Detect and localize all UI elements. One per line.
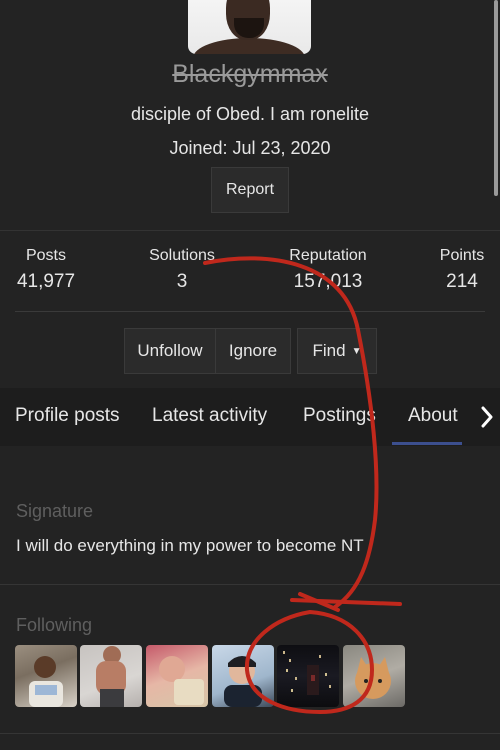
stat-reputation[interactable]: Reputation 157,013 (283, 247, 373, 293)
tab-latest-activity[interactable]: Latest activity (152, 405, 267, 427)
signature-text: I will do everything in my power to beco… (16, 536, 364, 555)
active-tab-indicator (392, 442, 462, 445)
profile-stats: Posts 41,977 Solutions 3 Reputation 157,… (0, 230, 500, 312)
stat-value: 41,977 (16, 271, 76, 292)
stat-label: Solutions (149, 247, 215, 264)
stat-value: 3 (176, 271, 188, 292)
profile-bio: disciple of Obed. I am ronelite (130, 104, 370, 124)
unfollow-button[interactable]: Unfollow (124, 328, 216, 374)
following-avatar[interactable] (277, 645, 339, 707)
profile-actions: Unfollow Ignore Find ▼ (0, 312, 500, 388)
tab-postings[interactable]: Postings (303, 405, 376, 427)
stat-value: 157,013 (293, 271, 363, 292)
signature-heading: Signature (16, 501, 94, 521)
following-avatar[interactable] (15, 645, 77, 707)
following-avatar[interactable] (80, 645, 142, 707)
following-avatar[interactable] (343, 645, 405, 707)
profile-header: Blackgymmax disciple of Obed. I am ronel… (0, 0, 500, 230)
tab-about[interactable]: About (408, 405, 458, 427)
find-label: Find (312, 341, 346, 360)
following-section: Following (0, 585, 500, 750)
profile-avatar[interactable] (188, 0, 311, 54)
profile-username: Blackgymmax (172, 60, 328, 88)
find-dropdown-button[interactable]: Find ▼ (297, 328, 377, 374)
stat-value: 214 (446, 271, 478, 292)
chevron-right-icon[interactable] (474, 388, 500, 446)
tab-profile-posts[interactable]: Profile posts (15, 405, 120, 427)
divider (0, 733, 500, 734)
caret-down-icon: ▼ (351, 345, 362, 357)
profile-tabs: Profile posts Latest activity Postings A… (0, 388, 500, 446)
following-avatar[interactable] (146, 645, 208, 707)
scrollbar[interactable] (494, 0, 498, 196)
stat-points[interactable]: Points 214 (434, 247, 490, 293)
ignore-button[interactable]: Ignore (215, 328, 291, 374)
stat-solutions[interactable]: Solutions 3 (146, 247, 218, 293)
stat-posts[interactable]: Posts 41,977 (15, 247, 77, 293)
following-avatar[interactable] (212, 645, 274, 707)
signature-section: Signature I will do everything in my pow… (0, 446, 500, 584)
following-heading: Following (16, 615, 93, 635)
report-button[interactable]: Report (211, 167, 289, 213)
stat-label: Posts (25, 247, 66, 264)
stat-label: Points (439, 247, 485, 264)
profile-joined-date: Joined: Jul 23, 2020 (169, 138, 331, 158)
stat-label: Reputation (289, 247, 367, 264)
